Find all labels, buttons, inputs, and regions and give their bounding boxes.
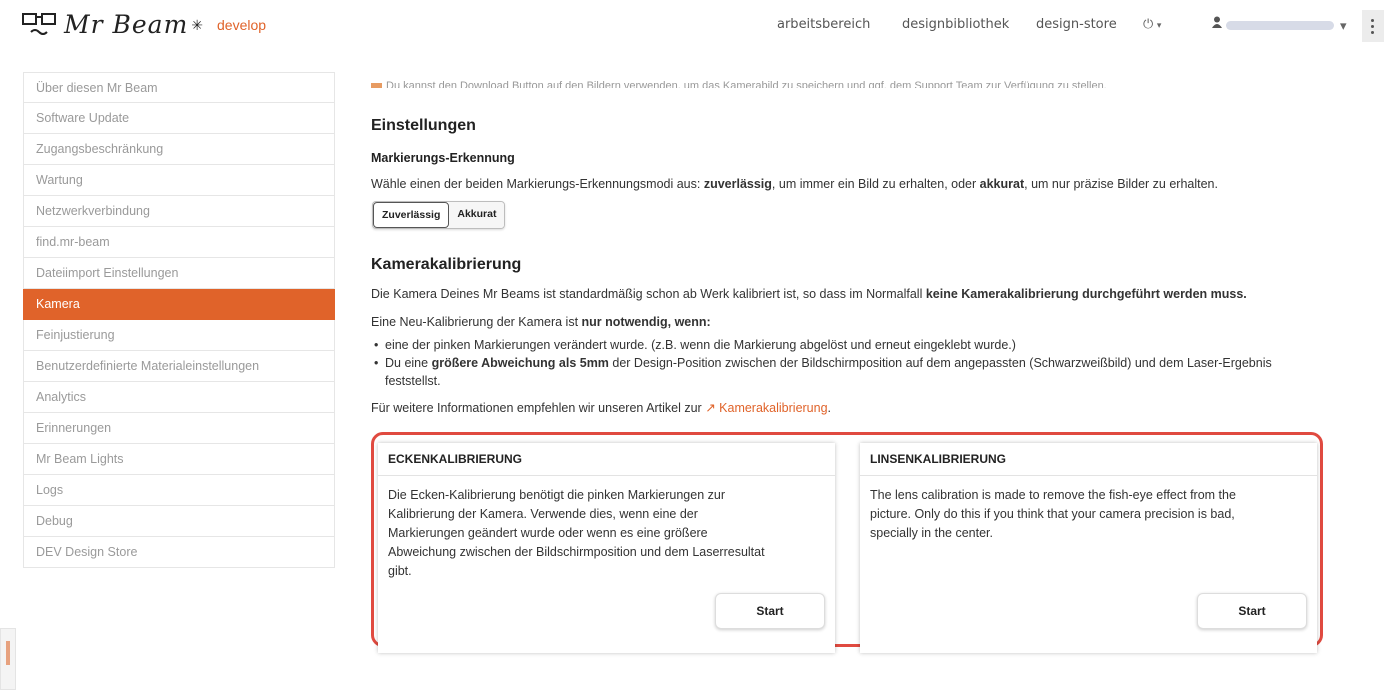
external-link-icon: ↗ — [705, 401, 716, 415]
laser-star-icon: ✳ — [191, 16, 204, 33]
glasses-logo-icon — [22, 13, 56, 35]
sidebar-item[interactable]: Kamera — [23, 289, 335, 320]
marker-mode-toggle: Zuverlässig Akkurat — [372, 201, 506, 229]
card-description: The lens calibration is made to remove t… — [870, 488, 1236, 540]
brand-name: Mr Beam — [64, 10, 189, 39]
sidebar-item[interactable]: Debug — [23, 506, 335, 537]
user-icon — [1212, 16, 1222, 31]
nav-link-design-store[interactable]: design-store — [1036, 17, 1117, 32]
download-hint: Du kannst den Download Button auf den Bi… — [371, 75, 1107, 88]
user-silhouette-icon — [1212, 16, 1222, 28]
sidebar-item[interactable]: Benutzerdefinierte Materialeinstellungen — [23, 351, 335, 382]
sidebar-item[interactable]: find.mr-beam — [23, 227, 335, 258]
sidebar-item[interactable]: Analytics — [23, 382, 335, 413]
mode-reliable-button[interactable]: Zuverlässig — [373, 202, 450, 228]
recalibration-condition: Eine Neu-Kalibrierung der Kamera ist nur… — [371, 315, 711, 329]
settings-sidebar: Über diesen Mr Beam Software Update Zugang… — [23, 72, 335, 568]
calibration-article-link[interactable]: ↗ Kamerakalibrierung — [705, 401, 827, 415]
marker-description: Wähle einen der beiden Markierungs-Erken… — [371, 177, 1218, 191]
start-lens-calibration-button[interactable]: Start — [1197, 593, 1307, 629]
calibration-cards: ECKENKALIBRIERUNG Die Ecken-Kalibrierung… — [371, 432, 1323, 653]
sidebar-item[interactable]: DEV Design Store — [23, 537, 335, 568]
mode-accurate-button[interactable]: Akkurat — [449, 202, 505, 228]
nav-link-arbeitsbereich[interactable]: arbeitsbereich — [777, 17, 870, 32]
user-menu[interactable] — [1226, 21, 1334, 30]
feedback-tab[interactable] — [0, 628, 16, 690]
sidebar-item[interactable]: Zugangsbeschränkung — [23, 134, 335, 165]
top-navbar: Mr Beam ✳ develop arbeitsbereich designb… — [0, 0, 1384, 52]
settings-heading: Einstellungen — [371, 117, 476, 134]
lens-calibration-card: LINSENKALIBRIERUNG The lens calibration … — [860, 443, 1317, 653]
start-corner-calibration-button[interactable]: Start — [715, 593, 825, 629]
recalibration-list: eine der pinken Markierungen verändert w… — [371, 336, 1272, 390]
marker-detection-heading: Markierungs-Erkennung — [371, 151, 515, 165]
brand[interactable]: Mr Beam ✳ develop — [22, 10, 266, 40]
sidebar-item[interactable]: Software Update — [23, 103, 335, 134]
calibration-heading: Kamerakalibrierung — [371, 256, 522, 273]
sidebar-item[interactable]: Dateiimport Einstellungen — [23, 258, 335, 289]
list-item: Du eine größere Abweichung als 5mm der D… — [371, 354, 1272, 390]
more-info-text: Für weitere Informationen empfehlen wir … — [371, 401, 832, 415]
power-icon: ⏻ — [1143, 16, 1154, 31]
sidebar-item[interactable]: Wartung — [23, 165, 335, 196]
card-description: Die Ecken-Kalibrierung benötigt die pink… — [388, 488, 765, 578]
list-item: eine der pinken Markierungen verändert w… — [371, 336, 1272, 354]
sidebar-item[interactable]: Mr Beam Lights — [23, 444, 335, 475]
corner-calibration-card: ECKENKALIBRIERUNG Die Ecken-Kalibrierung… — [378, 443, 835, 653]
chevron-down-icon: ▾ — [1156, 20, 1162, 30]
sidebar-item[interactable]: Erinnerungen — [23, 413, 335, 444]
sidebar-item[interactable]: Feinjustierung — [23, 320, 335, 351]
card-title: LINSENKALIBRIERUNG — [860, 443, 1317, 476]
sidebar-item[interactable]: Netzwerkverbindung — [23, 196, 335, 227]
power-menu[interactable]: ⏻ ▾ — [1143, 16, 1161, 32]
card-title: ECKENKALIBRIERUNG — [378, 443, 835, 476]
calibration-intro: Die Kamera Deines Mr Beams ist standardm… — [371, 287, 1247, 301]
chevron-down-icon: ▾ — [1340, 18, 1347, 33]
sidebar-item[interactable]: Logs — [23, 475, 335, 506]
kebab-menu-button[interactable] — [1362, 10, 1384, 42]
info-marker-icon — [371, 82, 382, 88]
nav-link-designbibliothek[interactable]: designbibliothek — [902, 17, 1009, 32]
sidebar-item[interactable]: Über diesen Mr Beam — [23, 72, 335, 103]
env-badge: develop — [217, 17, 267, 33]
